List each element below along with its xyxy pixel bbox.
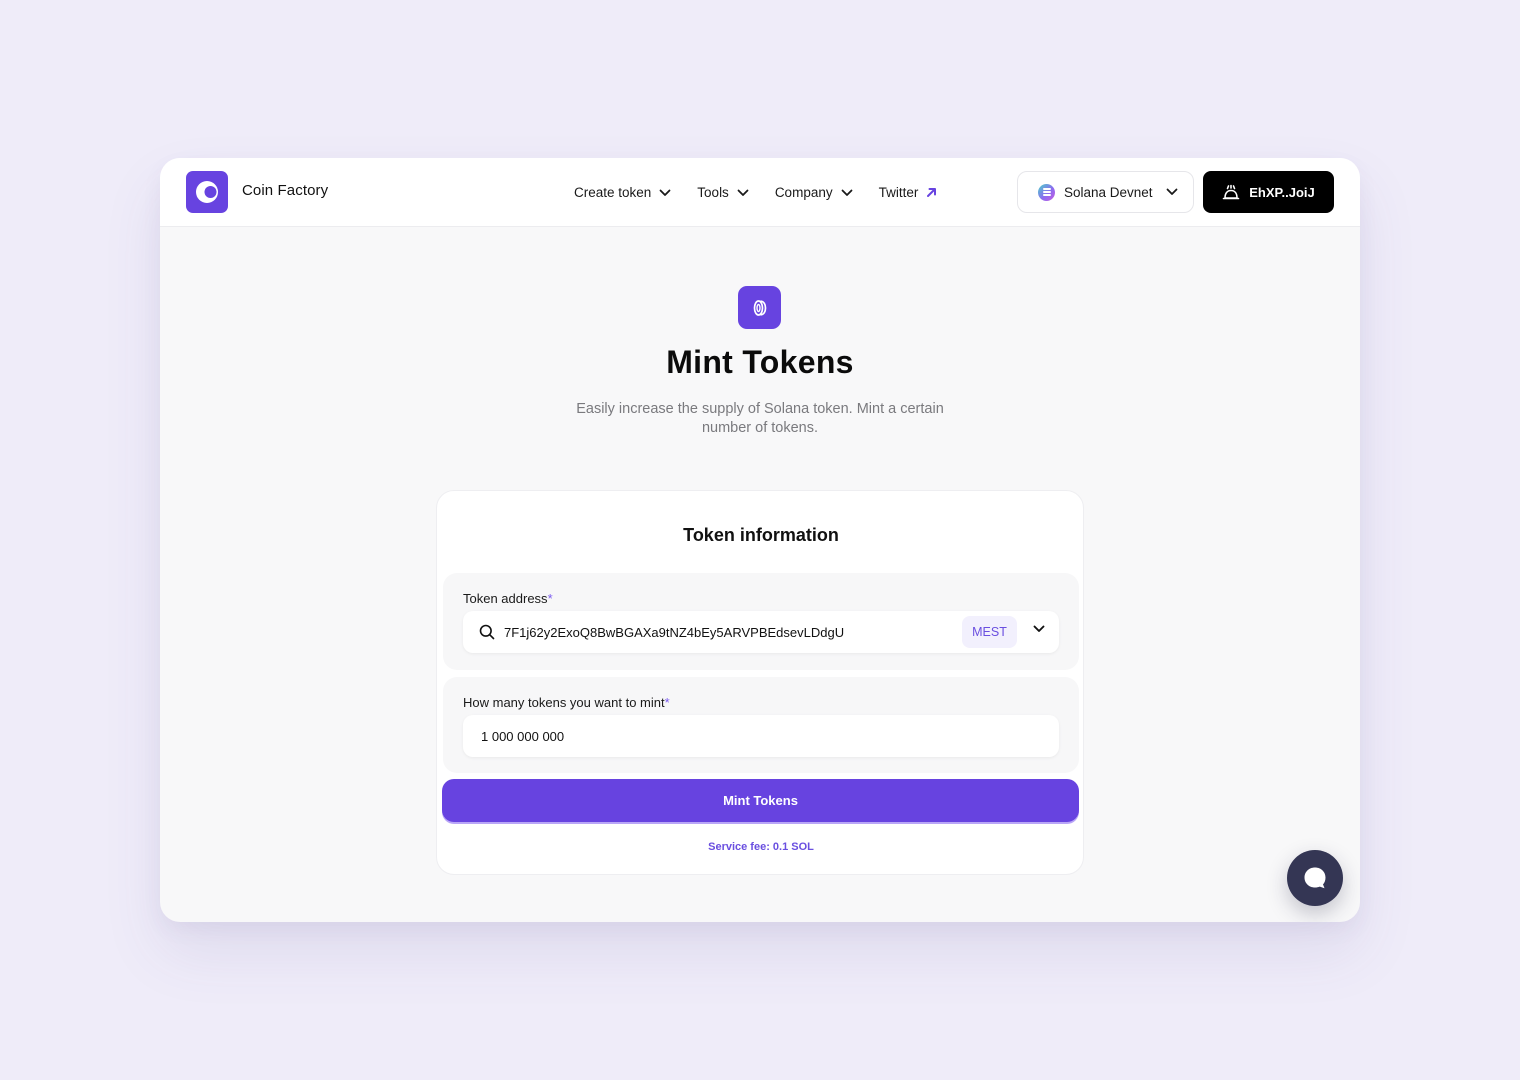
wallet-address: EhXP..JoiJ <box>1249 184 1315 200</box>
service-fee: Service fee: 0.1 SOL <box>708 841 814 853</box>
wallet-icon <box>1222 184 1240 199</box>
chevron-down-icon <box>841 189 852 196</box>
nav-label: Company <box>774 185 833 200</box>
search-icon <box>479 624 495 640</box>
mint-amount-input[interactable]: 1 000 000 000 <box>463 715 1059 757</box>
brand-name[interactable]: Coin Factory <box>242 182 328 199</box>
nav-create-token[interactable]: Create token <box>574 185 671 200</box>
required-mark: * <box>547 591 553 606</box>
token-ticker-badge: MEST <box>962 616 1017 648</box>
token-form-card: Token information Token address* 7F1j62y… <box>436 490 1084 875</box>
solana-icon <box>1038 183 1055 201</box>
mint-tokens-button[interactable]: Mint Tokens <box>442 779 1079 822</box>
token-address-value: 7F1j62y2ExoQ8BwBGAXa9tNZ4bEy5ARVPBEdsevL… <box>504 624 845 640</box>
token-address-label: Token address* <box>463 591 553 606</box>
required-mark: * <box>664 695 670 710</box>
nav-label: Create token <box>574 185 652 200</box>
token-address-input[interactable]: 7F1j62y2ExoQ8BwBGAXa9tNZ4bEy5ARVPBEdsevL… <box>463 611 1059 653</box>
mint-amount-value: 1 000 000 000 <box>481 728 565 744</box>
chat-button[interactable] <box>1287 850 1343 906</box>
app-window: Coin Factory Create token Tools Company … <box>160 158 1360 922</box>
nav-twitter-link[interactable]: Twitter <box>879 185 938 200</box>
chat-bubble-icon <box>1304 867 1326 889</box>
wallet-button[interactable]: EhXP..JoiJ <box>1203 171 1334 213</box>
token-address-group: Token address* 7F1j62y2ExoQ8BwBGAXa9tNZ4… <box>443 573 1079 670</box>
coin-icon <box>738 286 781 329</box>
chevron-down-icon <box>1166 188 1177 195</box>
chevron-down-icon[interactable] <box>1033 625 1045 633</box>
label-text: How many tokens you want to mint <box>463 695 665 710</box>
nav-label: Twitter <box>878 185 919 200</box>
network-selector[interactable]: Solana Devnet <box>1017 171 1194 213</box>
external-arrow-icon <box>927 188 937 197</box>
chevron-down-icon <box>659 189 671 196</box>
nav-tools[interactable]: Tools <box>697 185 749 200</box>
main-nav: Create token Tools Company Twitter <box>574 158 963 227</box>
top-navbar: Coin Factory Create token Tools Company … <box>160 158 1360 227</box>
coin-factory-logo-icon[interactable] <box>186 171 228 213</box>
mint-amount-label: How many tokens you want to mint* <box>463 695 670 710</box>
mint-amount-group: How many tokens you want to mint* 1 000 … <box>443 677 1079 773</box>
card-title: Token information <box>683 525 839 545</box>
label-text: Token address <box>463 591 548 606</box>
chevron-down-icon <box>737 189 749 196</box>
nav-company[interactable]: Company <box>775 185 853 200</box>
network-label: Solana Devnet <box>1064 184 1153 200</box>
page-title: Mint Tokens <box>666 344 854 380</box>
nav-label: Tools <box>697 185 729 200</box>
page-subtitle: Easily increase the supply of Solana tok… <box>576 401 944 436</box>
